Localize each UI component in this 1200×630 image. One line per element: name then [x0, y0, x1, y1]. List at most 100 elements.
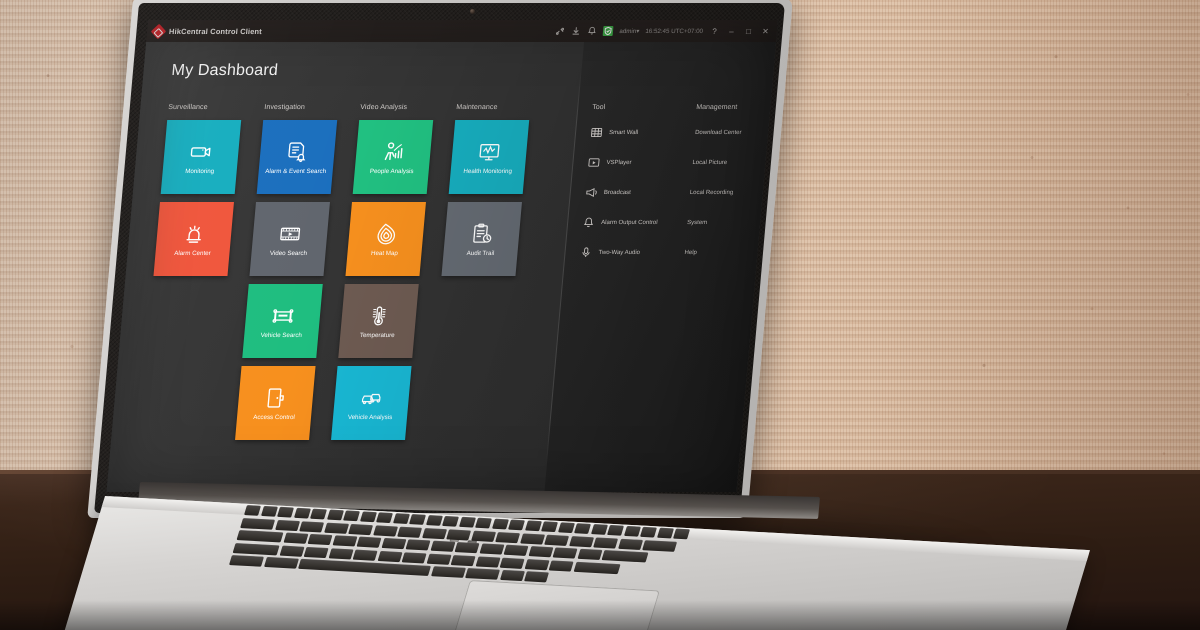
megaphone-icon [584, 186, 598, 199]
laptop-screen: HikCentral Control Client admin▾ 16:52:4… [106, 20, 779, 492]
tile-label: Vehicle Analysis [347, 413, 393, 421]
dashboard-tile-grid: Surveillance Monitoring Alarm Center Inv… [138, 104, 530, 448]
tile-label: Vehicle Search [260, 331, 303, 339]
side-item-vsplayer[interactable]: VSPlayer [587, 155, 666, 170]
column-investigation: Investigation Alarm & Event Search Video… [234, 104, 338, 448]
film-play-icon [276, 221, 304, 247]
monitor-pulse-icon [475, 139, 503, 165]
clock-display: 16:52:45 UTC+07:00 [645, 27, 704, 35]
user-name: admin [619, 27, 637, 35]
side-item-download-center[interactable]: Download Center [693, 125, 772, 140]
tile-temperature[interactable]: Temperature [338, 284, 419, 358]
side-panel: Tool Smart Wall VSPlayer Broadcast Alarm… [544, 42, 777, 492]
tile-label: Monitoring [184, 167, 215, 175]
download-icon[interactable] [571, 26, 582, 36]
tile-heat-map[interactable]: Heat Map [345, 202, 426, 276]
tile-monitoring[interactable]: Monitoring [160, 120, 242, 194]
tile-health-monitoring[interactable]: Health Monitoring [448, 120, 530, 194]
license-plate-icon [269, 303, 297, 329]
tile-label: Audit Trail [466, 249, 495, 257]
tile-label: Video Search [269, 249, 308, 257]
tile-label: People Analysis [369, 167, 414, 175]
column-header: Maintenance [455, 104, 498, 111]
photo-scene: HikCentral Control Client admin▾ 16:52:4… [0, 0, 1200, 630]
side-item-alarm-output-control[interactable]: Alarm Output Control [582, 215, 661, 230]
maximize-button[interactable]: □ [743, 27, 755, 36]
laptop-ports [112, 508, 511, 555]
tile-alarm-event-search[interactable]: Alarm & Event Search [256, 120, 338, 194]
alarm-bell-icon [582, 216, 596, 229]
tile-label: Alarm & Event Search [264, 167, 327, 175]
tile-label: Health Monitoring [463, 167, 513, 175]
side-item-label: System [686, 219, 708, 226]
app-title: HikCentral Control Client [168, 26, 263, 36]
tile-label: Heat Map [370, 249, 399, 257]
column-maintenance: Maintenance Health Monitoring Audit Trai… [426, 104, 530, 448]
side-item-label: Local Picture [692, 159, 728, 166]
side-item-two-way-audio[interactable]: Two-Way Audio [579, 245, 658, 260]
column-surveillance: Surveillance Monitoring Alarm Center [138, 104, 242, 448]
minimize-button[interactable]: – [726, 27, 738, 36]
tile-video-search[interactable]: Video Search [249, 202, 330, 276]
video-camera-icon [187, 139, 215, 165]
tool-column: Tool Smart Wall VSPlayer Broadcast Alarm… [578, 104, 671, 275]
side-panel-columns: Tool Smart Wall VSPlayer Broadcast Alarm… [578, 104, 775, 275]
management-column-header: Management [695, 104, 738, 111]
network-status-icon[interactable] [555, 26, 566, 36]
base-front-shadow [0, 600, 1200, 630]
hikvision-diamond-logo [150, 23, 167, 39]
application-window: HikCentral Control Client admin▾ 16:52:4… [106, 20, 779, 492]
side-item-label: Alarm Output Control [600, 219, 658, 226]
side-item-broadcast[interactable]: Broadcast [584, 185, 663, 200]
person-chart-icon [379, 139, 407, 165]
notification-bell-icon[interactable] [587, 26, 598, 36]
page-title: My Dashboard [170, 62, 279, 79]
side-item-label: Two-Way Audio [598, 249, 641, 256]
siren-alarm-icon [180, 221, 208, 247]
side-item-local-recording[interactable]: Local Recording [688, 185, 767, 200]
side-item-label: Broadcast [603, 189, 632, 196]
dashboard-body: My Dashboard Tool Smart Wall VSPlayer Br… [106, 42, 777, 492]
tile-vehicle-search[interactable]: Vehicle Search [242, 284, 323, 358]
heat-map-icon [372, 221, 400, 247]
column-header: Surveillance [167, 104, 208, 111]
microphone-icon [579, 246, 593, 259]
side-item-label: Smart Wall [608, 129, 639, 136]
side-item-label: Local Recording [689, 189, 734, 196]
tile-access-control[interactable]: Access Control [235, 366, 316, 440]
tool-column-header: Tool [591, 104, 606, 111]
side-item-label: VSPlayer [606, 159, 632, 166]
tile-alarm-center[interactable]: Alarm Center [153, 202, 234, 276]
column-header: Video Analysis [359, 104, 408, 111]
tile-label: Temperature [359, 331, 395, 339]
security-shield-icon[interactable] [602, 26, 614, 36]
help-button[interactable]: ? [709, 27, 721, 36]
video-wall-icon [590, 126, 604, 139]
side-item-help[interactable]: Help [683, 245, 762, 260]
column-video-analysis: Video Analysis People Analysis Heat Map … [330, 104, 434, 448]
side-item-local-picture[interactable]: Local Picture [691, 155, 770, 170]
webcam-icon [470, 9, 475, 14]
chevron-down-icon: ▾ [635, 27, 640, 35]
clipboard-clock-icon [468, 221, 496, 247]
tile-vehicle-analysis[interactable]: Vehicle Analysis [331, 366, 412, 440]
side-item-label: Help [684, 249, 698, 256]
user-menu[interactable]: admin▾ [619, 28, 640, 35]
side-item-smart-wall[interactable]: Smart Wall [589, 125, 668, 140]
tile-audit-trail[interactable]: Audit Trail [441, 202, 522, 276]
side-item-label: Download Center [694, 129, 742, 136]
document-alert-icon [283, 139, 311, 165]
side-item-system[interactable]: System [686, 215, 765, 230]
door-access-icon [262, 385, 290, 411]
title-bar-right: admin▾ 16:52:45 UTC+07:00 ? – □ ✕ [555, 26, 771, 36]
two-cars-icon [358, 385, 386, 411]
tile-label: Alarm Center [173, 249, 212, 257]
column-header: Investigation [263, 104, 306, 111]
close-button[interactable]: ✕ [760, 27, 772, 36]
title-bar: HikCentral Control Client admin▾ 16:52:4… [146, 20, 779, 42]
thermometer-icon [365, 303, 393, 329]
media-player-icon [587, 156, 601, 169]
tile-label: Access Control [252, 413, 296, 421]
laptop: HikCentral Control Client admin▾ 16:52:4… [0, 0, 1200, 630]
tile-people-analysis[interactable]: People Analysis [352, 120, 434, 194]
